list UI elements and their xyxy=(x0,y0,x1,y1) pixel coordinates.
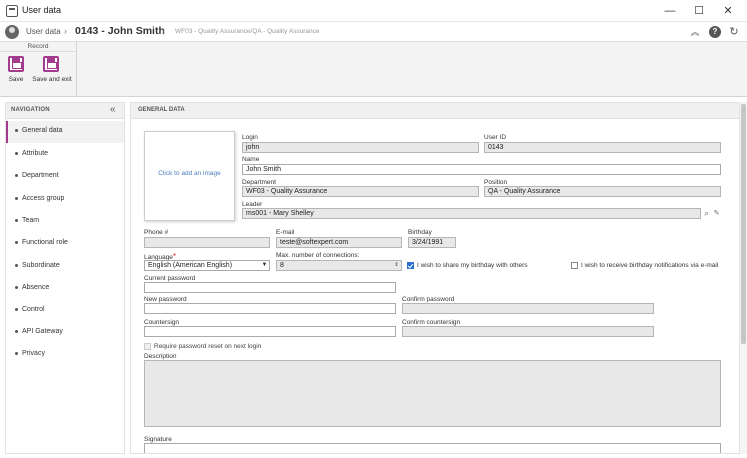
name-field[interactable]: John Smith xyxy=(242,164,721,175)
signature-label: Signature xyxy=(144,436,172,443)
nav-item-department[interactable]: Department xyxy=(6,166,124,188)
confirm-countersign-field[interactable] xyxy=(402,326,654,337)
max-connections-field[interactable]: 8 ⇕ xyxy=(276,260,402,271)
photo-upload-area[interactable]: Click to add an image xyxy=(144,131,235,221)
new-password-label: New password xyxy=(144,296,187,303)
phone-label: Phone # xyxy=(144,229,169,236)
description-textarea[interactable] xyxy=(144,360,721,427)
search-icon[interactable]: ⌕ xyxy=(702,209,711,218)
close-button[interactable]: ✕ xyxy=(713,0,743,22)
window-titlebar: User data — ☐ ✕ xyxy=(0,0,747,22)
help-icon[interactable]: ? xyxy=(709,26,721,38)
share-birthday-label: I wish to share my birthday with others xyxy=(417,262,528,269)
navigation-panel: NAVIGATION « General data Attribute Depa… xyxy=(5,102,125,454)
floppy-disk-icon xyxy=(8,56,24,72)
confirm-countersign-label: Confirm countersign xyxy=(402,319,461,326)
birthday-field[interactable]: 3/24/1991 xyxy=(408,237,456,248)
nav-item-general-data[interactable]: General data xyxy=(6,121,124,143)
email-label: E-mail xyxy=(276,229,295,236)
countersign-field[interactable] xyxy=(144,326,396,337)
chevron-down-icon: ▼ xyxy=(261,262,268,268)
birthday-label: Birthday xyxy=(408,229,432,236)
page-title: 0143 - John Smith xyxy=(75,25,165,37)
breadcrumb-context: WF03 - Quality Assurance/QA - Quality As… xyxy=(175,28,320,35)
department-field[interactable]: WF03 - Quality Assurance xyxy=(242,186,479,197)
language-select-value: English (American English) xyxy=(148,262,233,269)
share-birthday-checkbox[interactable] xyxy=(407,262,414,269)
breadcrumb-separator: | xyxy=(163,27,166,36)
page-header: User data › 0143 - John Smith | WF03 - Q… xyxy=(0,22,747,42)
max-connections-label: Max. number of connections: xyxy=(276,252,360,259)
max-connections-value: 8 xyxy=(280,262,284,269)
require-reset-checkbox[interactable] xyxy=(144,343,151,350)
save-button[interactable]: Save xyxy=(4,54,28,86)
phone-field[interactable] xyxy=(144,237,270,248)
birthday-notifications-checkbox[interactable] xyxy=(571,262,578,269)
photo-upload-hint: Click to add an image xyxy=(158,170,221,177)
position-label: Position xyxy=(484,179,508,186)
save-and-exit-button[interactable]: Save and exit xyxy=(31,54,73,86)
save-button-label: Save xyxy=(8,76,24,83)
confirm-password-label: Confirm password xyxy=(402,296,455,303)
scrollbar-thumb[interactable] xyxy=(741,104,746,344)
name-label: Name xyxy=(242,156,260,163)
login-field[interactable]: john xyxy=(242,142,479,153)
general-data-panel: GENERAL DATA Click to add an image Login… xyxy=(130,102,740,454)
section-title: GENERAL DATA xyxy=(138,107,185,113)
new-password-field[interactable] xyxy=(144,303,396,314)
collapse-left-icon[interactable]: « xyxy=(110,104,116,115)
position-field[interactable]: QA - Quality Assurance xyxy=(484,186,721,197)
nav-item-privacy[interactable]: Privacy xyxy=(6,344,124,366)
nav-item-attribute[interactable]: Attribute xyxy=(6,144,124,166)
toolbar-group-label: Record xyxy=(0,42,76,52)
vertical-scrollbar[interactable] xyxy=(740,102,747,454)
birthday-notifications-label: I wish to receive birthday notifications… xyxy=(581,262,719,269)
refresh-icon[interactable]: ↻ xyxy=(728,26,740,38)
user-avatar-icon xyxy=(5,25,19,39)
save-and-exit-label: Save and exit xyxy=(32,76,72,83)
minimize-button[interactable]: — xyxy=(655,0,685,22)
collapse-up-icon[interactable]: ︽ xyxy=(689,26,701,38)
navigation-header: NAVIGATION « xyxy=(6,103,124,119)
nav-item-team[interactable]: Team xyxy=(6,211,124,233)
section-header: GENERAL DATA xyxy=(131,103,739,119)
language-select[interactable]: English (American English) ▼ xyxy=(144,260,270,271)
leader-label: Leader xyxy=(242,201,263,208)
current-password-field[interactable] xyxy=(144,282,396,293)
nav-item-functional-role[interactable]: Functional role xyxy=(6,233,124,255)
breadcrumb-root[interactable]: User data xyxy=(26,27,61,36)
navigation-title: NAVIGATION xyxy=(11,107,50,113)
edit-icon[interactable]: ✎ xyxy=(712,209,721,218)
nav-item-control[interactable]: Control xyxy=(6,300,124,322)
leader-field[interactable]: ms001 - Mary Shelley xyxy=(242,208,701,219)
toolbar-divider xyxy=(76,42,77,96)
nav-item-access-group[interactable]: Access group xyxy=(6,189,124,211)
confirm-password-field[interactable] xyxy=(402,303,654,314)
require-reset-label: Require password reset on next login xyxy=(154,343,262,350)
countersign-label: Countersign xyxy=(144,319,180,326)
maximize-button[interactable]: ☐ xyxy=(684,0,714,22)
nav-item-api-gateway[interactable]: API Gateway xyxy=(6,322,124,344)
nav-item-absence[interactable]: Absence xyxy=(6,278,124,300)
chevron-right-icon: › xyxy=(64,26,67,36)
login-label: Login xyxy=(242,134,258,141)
user-id-label: User ID xyxy=(484,134,507,141)
signature-field[interactable] xyxy=(144,443,721,453)
app-icon xyxy=(6,5,18,17)
department-label: Department xyxy=(242,179,276,186)
user-id-field[interactable]: 0143 xyxy=(484,142,721,153)
email-field[interactable]: teste@softexpert.com xyxy=(276,237,402,248)
toolbar: Record Save Save and exit xyxy=(0,42,747,97)
save-exit-icon xyxy=(43,56,59,72)
window-title: User data xyxy=(22,5,62,15)
stepper-icon[interactable]: ⇕ xyxy=(393,262,400,269)
nav-item-subordinate[interactable]: Subordinate xyxy=(6,256,124,278)
current-password-label: Current password xyxy=(144,275,196,282)
description-label: Description xyxy=(144,353,177,360)
